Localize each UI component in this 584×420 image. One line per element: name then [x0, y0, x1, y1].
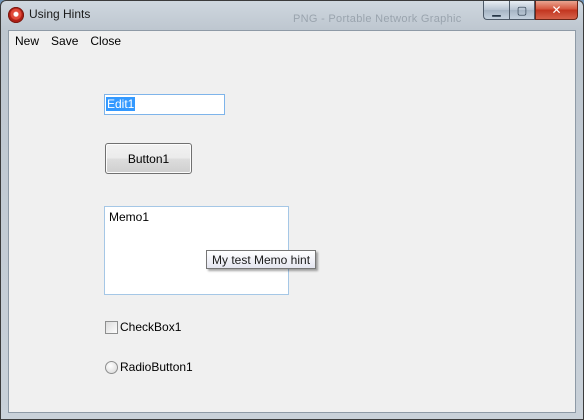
app-icon[interactable]	[8, 7, 24, 23]
menu-bar: New Save Close	[9, 31, 127, 51]
menu-item-new[interactable]: New	[9, 31, 45, 51]
form-client-area: New Save Close Edit1 Button1 Memo1 My te…	[8, 30, 576, 413]
memo-hint-tooltip: My test Memo hint	[206, 250, 317, 269]
radiobutton1[interactable]: RadioButton1	[105, 360, 193, 374]
menu-item-save[interactable]: Save	[45, 31, 84, 51]
maximize-button[interactable]: ▢	[509, 1, 535, 20]
title-bar[interactable]: Using Hints ▁ ▢ ✕	[1, 1, 583, 30]
close-icon: ✕	[551, 3, 562, 17]
edit1-field[interactable]: Edit1	[104, 94, 225, 115]
window-title: Using Hints	[29, 7, 91, 21]
edit1-selected-text: Edit1	[106, 97, 136, 111]
radiobutton1-circle[interactable]	[105, 360, 118, 374]
minimize-icon: ▁	[492, 4, 501, 17]
radiobutton1-label[interactable]: RadioButton1	[120, 360, 193, 374]
menu-item-close[interactable]: Close	[84, 31, 127, 51]
minimize-button[interactable]: ▁	[483, 1, 509, 20]
checkbox1-box[interactable]	[105, 320, 118, 334]
maximize-icon: ▢	[516, 4, 528, 17]
memo1-text: Memo1	[109, 210, 150, 224]
checkbox1-label[interactable]: CheckBox1	[120, 320, 181, 334]
checkbox1[interactable]: CheckBox1	[105, 320, 181, 334]
hint-text: My test Memo hint	[212, 253, 311, 267]
close-button[interactable]: ✕	[535, 1, 578, 20]
caption-buttons: ▁ ▢ ✕	[483, 1, 578, 20]
button1[interactable]: Button1	[105, 143, 192, 174]
button1-label: Button1	[127, 151, 170, 166]
app-window: PNG - Portable Network Graphic Using Hin…	[0, 0, 584, 420]
